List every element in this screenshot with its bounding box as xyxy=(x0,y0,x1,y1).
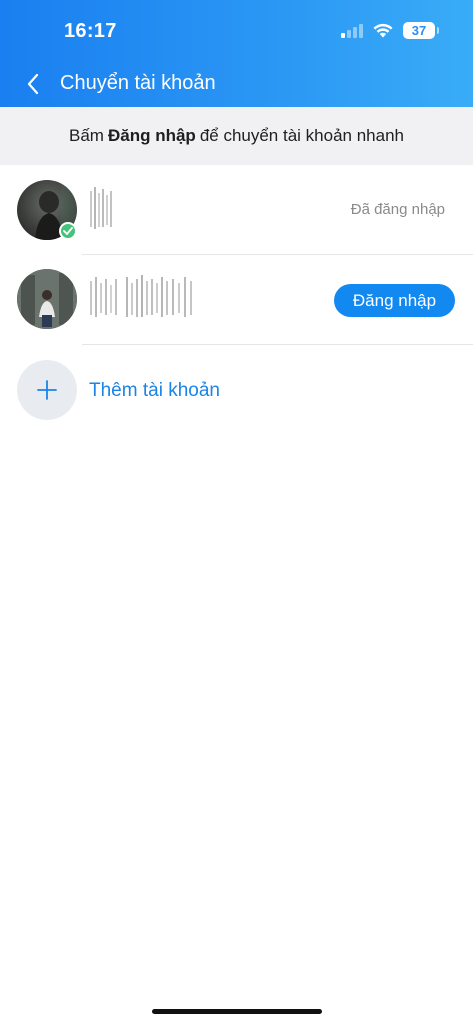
notice-prefix: Bấm xyxy=(69,126,104,145)
redacted-name xyxy=(90,187,112,229)
notice-bold: Đăng nhập xyxy=(107,126,196,145)
avatar xyxy=(17,269,77,329)
account-row-2[interactable]: Đăng nhập xyxy=(0,255,473,345)
notice-banner: Bấm Đăng nhập để chuyển tài khoản nhanh xyxy=(0,107,473,165)
add-account-button[interactable] xyxy=(17,360,77,420)
page-title: Chuyển tài khoản xyxy=(60,72,216,94)
add-account-label[interactable]: Thêm tài khoản xyxy=(89,380,220,402)
status-time: 16:17 xyxy=(64,20,117,42)
account-row-1[interactable]: Đã đăng nhập xyxy=(0,165,473,255)
logged-in-status: Đã đăng nhập xyxy=(350,201,445,218)
avatar-photo xyxy=(17,269,77,329)
divider xyxy=(82,344,473,345)
login-button[interactable]: Đăng nhập xyxy=(334,284,455,317)
status-icons: 37 xyxy=(341,22,439,39)
add-account-row[interactable]: Thêm tài khoản xyxy=(0,352,473,428)
wifi-icon xyxy=(373,23,393,38)
app-header: 16:17 37 Chuyển tài khoản xyxy=(0,0,473,107)
redacted-name xyxy=(90,275,192,317)
chevron-left-icon xyxy=(27,73,39,95)
notice-suffix: để chuyển tài khoản nhanh xyxy=(199,126,404,145)
back-button[interactable] xyxy=(20,70,46,98)
check-badge xyxy=(59,222,77,240)
check-icon xyxy=(63,227,73,235)
signal-icon xyxy=(341,23,363,38)
plus-icon xyxy=(37,380,57,400)
home-indicator[interactable] xyxy=(152,1009,322,1014)
battery-icon: 37 xyxy=(403,22,439,39)
